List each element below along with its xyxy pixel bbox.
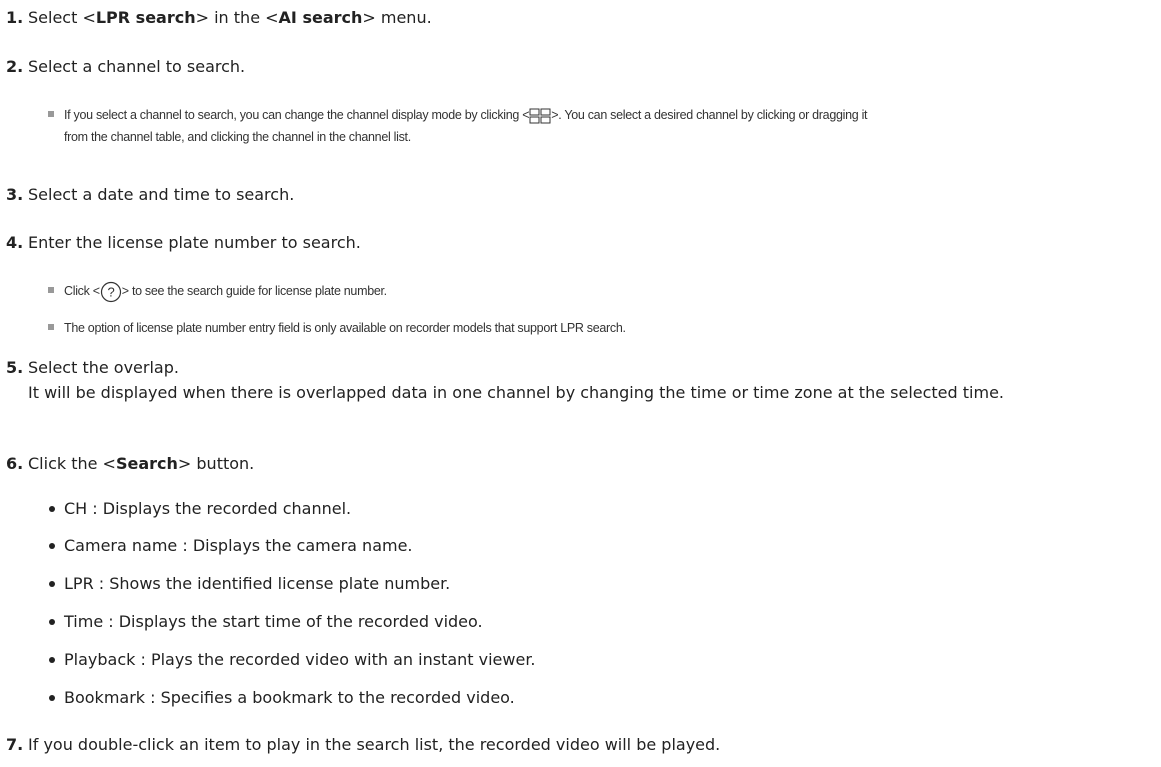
step-number: 5. bbox=[6, 358, 24, 377]
note-text: Click <? > to see the search guide for li… bbox=[64, 280, 387, 303]
step-text: Click the <Search> button. bbox=[28, 454, 255, 473]
bullet-dot bbox=[49, 657, 55, 663]
bullet-dot bbox=[49, 695, 55, 701]
step-text: Select a date and time to search. bbox=[28, 185, 295, 204]
step-text: Select a channel to search. bbox=[28, 57, 246, 76]
note-square-bullet bbox=[48, 324, 54, 330]
step-5-description: It will be displayed when there is overl… bbox=[28, 383, 1004, 402]
step-text: If you double-click an item to play in t… bbox=[28, 735, 721, 754]
step-number: 6. bbox=[6, 454, 24, 473]
step-number: 3. bbox=[6, 185, 24, 204]
step-text: Select <LPR search> in the <AI search> m… bbox=[28, 8, 432, 27]
menu-name-ai-search: AI search bbox=[278, 8, 363, 27]
note-availability: The option of license plate number entry… bbox=[0, 317, 1150, 339]
bullet-dot bbox=[49, 581, 55, 587]
step-number: 2. bbox=[6, 57, 24, 76]
note-square-bullet bbox=[48, 287, 54, 293]
step-text: Enter the license plate number to search… bbox=[28, 233, 361, 252]
bullet-dot bbox=[49, 543, 55, 549]
step-number: 7. bbox=[6, 735, 24, 754]
note-text: If you select a channel to search, you c… bbox=[64, 108, 868, 124]
menu-name-lpr-search: LPR search bbox=[95, 8, 196, 27]
step-number: 4. bbox=[6, 233, 24, 252]
manual-page: 1. Select <LPR search> in the <AI search… bbox=[0, 0, 1161, 767]
bullet-dot bbox=[49, 619, 55, 625]
note-text: The option of license plate number entry… bbox=[64, 321, 626, 335]
note-square-bullet bbox=[48, 111, 54, 117]
note-text-line2: from the channel table, and clicking the… bbox=[64, 130, 411, 144]
step-number: 1. bbox=[6, 8, 24, 27]
svg-text:?: ? bbox=[107, 284, 114, 299]
grid-2x2-icon bbox=[529, 108, 551, 124]
bullet-dot bbox=[49, 506, 55, 512]
question-circle-icon: ? bbox=[100, 281, 121, 302]
note-channel-mode: If you select a channel to search, you c… bbox=[0, 104, 1150, 148]
note-help: Click <? > to see the search guide for li… bbox=[0, 280, 1150, 302]
step-text: Select the overlap. bbox=[28, 358, 179, 377]
search-button-name: Search bbox=[115, 454, 178, 473]
